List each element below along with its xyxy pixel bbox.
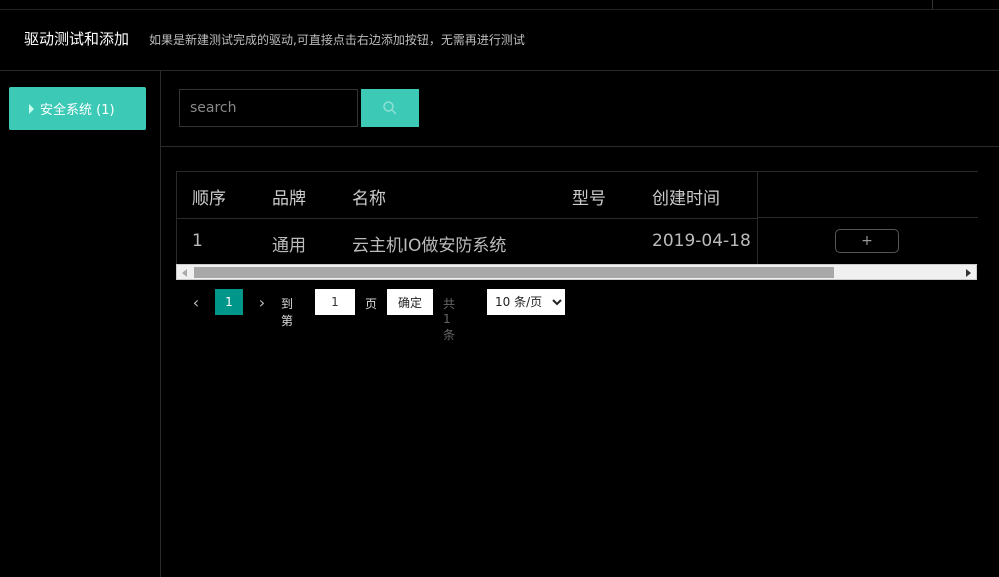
search-input[interactable] <box>179 89 358 127</box>
column-header-name: 名称 <box>352 189 386 209</box>
sidebar-item-security-system[interactable]: 安全系统 (1) <box>9 87 146 130</box>
goto-confirm-button[interactable]: 确定 <box>387 289 433 315</box>
cell-name: 云主机IO做安防系统 <box>352 236 507 256</box>
search-toolbar <box>161 71 999 147</box>
caret-right-icon <box>29 103 34 114</box>
add-driver-button[interactable]: + <box>835 229 899 253</box>
column-header-brand: 品牌 <box>272 189 306 209</box>
goto-label: 到第 <box>281 297 294 328</box>
page-1-button[interactable]: 1 <box>215 289 243 315</box>
page-title: 驱动测试和添加 <box>24 30 130 48</box>
sidebar-item-label: 安全系统 (1) <box>40 103 115 118</box>
page-description: 如果是新建测试完成的驱动,可直接点击右边添加按钮，无需再进行测试 <box>149 33 525 47</box>
cell-brand: 通用 <box>272 236 306 256</box>
goto-page-input[interactable] <box>315 289 355 315</box>
top-strip-divider <box>932 0 933 9</box>
page-unit-label: 页 <box>365 297 378 311</box>
page-header: 驱动测试和添加 如果是新建测试完成的驱动,可直接点击右边添加按钮，无需再进行测试 <box>0 10 999 71</box>
column-header-order: 顺序 <box>192 189 226 209</box>
column-header-created: 创建时间 <box>652 189 720 209</box>
sidebar: 安全系统 (1) <box>0 71 161 577</box>
next-page-icon[interactable]: › <box>255 292 269 312</box>
search-button[interactable] <box>361 89 419 127</box>
horizontal-scrollbar[interactable] <box>176 264 977 280</box>
scroll-left-arrow-icon[interactable] <box>182 269 187 277</box>
search-icon <box>383 101 397 115</box>
top-strip <box>0 0 999 10</box>
prev-page-icon[interactable]: ‹ <box>189 292 203 312</box>
driver-table: 顺序 品牌 名称 型号 创建时间 1 通用 云主机IO做安防系统 2019-04… <box>176 171 978 265</box>
fixed-action-column: + <box>757 172 978 264</box>
page-size-select[interactable]: 10 条/页 <box>487 289 565 315</box>
cell-order: 1 <box>192 231 203 251</box>
total-count: 共1条 <box>443 297 456 342</box>
cell-created: 2019-04-18 1 <box>652 231 768 251</box>
column-header-model: 型号 <box>572 189 606 209</box>
row-divider <box>758 217 978 218</box>
scrollbar-thumb[interactable] <box>194 267 834 278</box>
scroll-right-arrow-icon[interactable] <box>966 269 971 277</box>
